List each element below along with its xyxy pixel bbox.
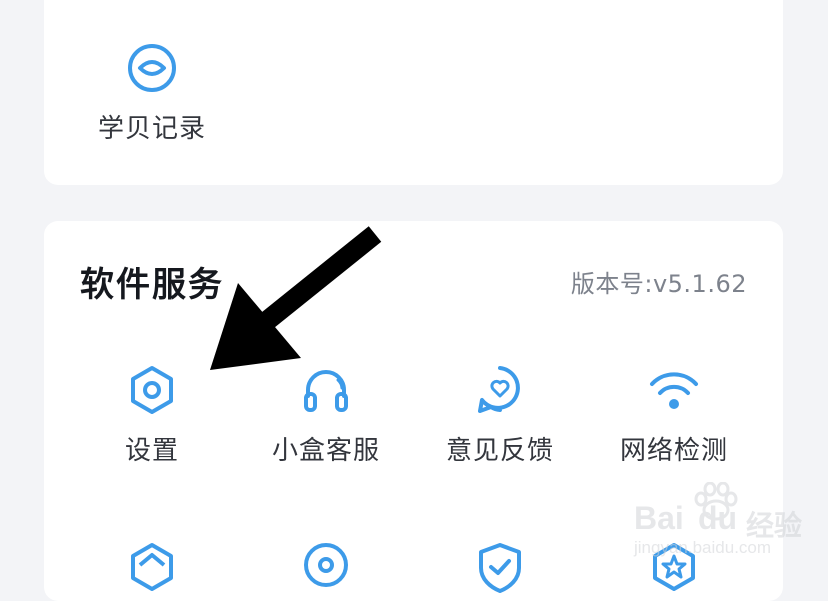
baidu-jingyan-watermark: Bai du 经验 jingyan.baidu.com xyxy=(628,478,828,571)
feedback-button[interactable]: 意见反馈 xyxy=(425,362,575,467)
settings-label: 设置 xyxy=(124,436,179,466)
layers-icon xyxy=(131,543,173,591)
watermark-brand: Bai xyxy=(634,500,684,536)
records-card: 学贝记录 xyxy=(44,0,783,185)
hexagon-settings-icon xyxy=(131,366,173,414)
shield-check-icon xyxy=(479,543,521,593)
more-service-item-2[interactable] xyxy=(251,541,401,597)
heart-chat-icon xyxy=(478,366,520,413)
location-icon xyxy=(304,543,348,587)
headphones-icon xyxy=(304,370,348,412)
customer-service-label: 小盒客服 xyxy=(271,436,380,466)
network-check-button[interactable]: 网络检测 xyxy=(599,362,749,467)
more-service-item-1[interactable] xyxy=(77,541,227,597)
eye-icon xyxy=(128,44,176,92)
watermark-brand-du: du xyxy=(698,500,738,536)
feedback-label: 意见反馈 xyxy=(445,436,554,466)
learning-points-record-label: 学贝记录 xyxy=(97,114,206,144)
more-service-item-3[interactable] xyxy=(425,541,575,597)
customer-service-button[interactable]: 小盒客服 xyxy=(251,362,401,467)
network-check-label: 网络检测 xyxy=(619,436,728,466)
section-title: 软件服务 xyxy=(80,265,224,305)
watermark-url: jingyan.baidu.com xyxy=(634,538,772,557)
learning-points-record-button[interactable]: 学贝记录 xyxy=(77,40,227,145)
version-number: 版本号:v5.1.62 xyxy=(570,270,747,298)
settings-button[interactable]: 设置 xyxy=(77,362,227,467)
wifi-icon xyxy=(650,372,698,409)
